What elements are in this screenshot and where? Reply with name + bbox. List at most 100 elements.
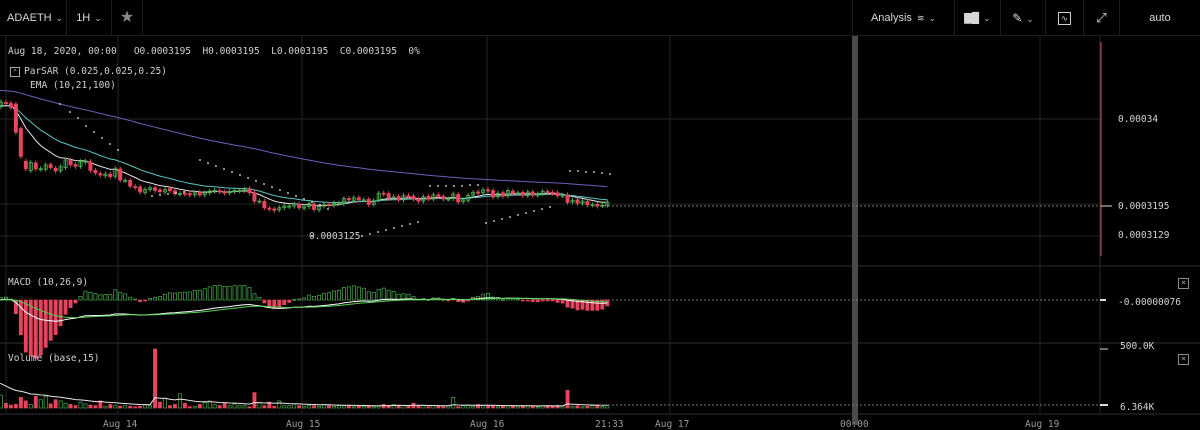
macd-histogram-bar — [128, 296, 133, 301]
parsar-dot — [199, 159, 201, 161]
macd-histogram-bar — [217, 284, 222, 301]
candle-bear — [386, 193, 391, 199]
candle-bear — [441, 196, 446, 200]
macd-histogram-bar — [108, 294, 113, 301]
price-chart[interactable] — [0, 0, 1200, 427]
volume-bar — [247, 406, 252, 409]
indicator-toggle-icon[interactable]: ⌃ — [10, 67, 20, 77]
parsar-dot — [477, 184, 479, 186]
parsar-dot — [509, 216, 511, 218]
volume-bar — [282, 405, 287, 409]
close-icon[interactable]: × — [1178, 278, 1189, 289]
macd-histogram-bar — [307, 294, 312, 301]
volume-bar — [232, 403, 237, 409]
volume-bar — [535, 406, 540, 409]
volume-bar — [38, 399, 43, 409]
volume-bar — [600, 405, 605, 409]
parsar-dot — [93, 131, 95, 133]
macd-histogram-bar — [535, 299, 540, 303]
macd-value-label: -0.00000076 — [1118, 297, 1181, 308]
candle-bear — [555, 192, 560, 197]
macd-histogram-bar — [222, 285, 227, 301]
parsar-dot — [109, 143, 111, 145]
volume-bar — [441, 406, 446, 409]
parsar-dot — [101, 137, 103, 139]
parsar-dot — [223, 168, 225, 170]
volume-bar — [297, 405, 302, 409]
macd-histogram-bar — [123, 293, 128, 301]
candle-bear — [297, 204, 302, 209]
macd-histogram-bar — [346, 286, 351, 301]
macd-histogram-bar — [78, 295, 83, 301]
candle-bear — [262, 201, 267, 209]
candle-bear — [73, 164, 78, 167]
parsar-dot — [445, 185, 447, 187]
time-label: Aug 19 — [1025, 419, 1060, 430]
parsar-label: ParSAR (0.025,0.025,0.25) — [24, 66, 167, 77]
volume-label-top: 500.0K — [1120, 341, 1155, 352]
parsar-dot — [369, 233, 371, 235]
macd-histogram-bar — [361, 287, 366, 301]
volume-bar — [242, 405, 247, 409]
volume-bar — [58, 400, 63, 409]
time-label: 21:33 — [595, 419, 624, 430]
candle-bear — [356, 197, 361, 201]
volume-bar — [168, 405, 172, 409]
volume-bar — [227, 405, 232, 409]
candle-bear — [272, 208, 277, 211]
macd-histogram-bar — [192, 289, 197, 301]
volume-bar — [177, 393, 182, 409]
macd-histogram-bar — [262, 299, 267, 304]
macd-histogram-bar — [158, 296, 162, 301]
volume-bar — [287, 405, 292, 409]
candle-bear — [138, 186, 143, 193]
volume-bar — [143, 404, 148, 409]
volume-bar — [202, 402, 207, 409]
parsar-dot — [117, 149, 119, 151]
parsar-dot — [319, 204, 321, 206]
parsar-dot — [59, 103, 61, 105]
volume-bar — [461, 405, 466, 409]
candle-bear — [510, 190, 515, 194]
parsar-dot — [361, 235, 363, 237]
volume-bar — [332, 405, 336, 409]
volume-bar — [108, 404, 113, 409]
macd-histogram-bar — [148, 298, 153, 301]
volume-bar — [93, 405, 98, 409]
candle-bear — [53, 167, 58, 172]
macd-histogram-bar — [63, 299, 68, 315]
candle-bear — [247, 188, 252, 194]
candle-bear — [366, 199, 371, 205]
candle-bear — [93, 170, 98, 174]
macd-histogram-bar — [177, 292, 182, 301]
candle-bear — [153, 187, 158, 191]
volume-bar — [68, 404, 73, 409]
volume-bar — [197, 404, 202, 409]
volume-bar — [63, 402, 68, 409]
volume-bar — [500, 405, 505, 409]
macd-histogram-bar — [197, 289, 202, 301]
ema-10-line — [0, 104, 608, 207]
macd-histogram-bar — [336, 289, 341, 301]
volume-bar — [341, 405, 346, 409]
volume-bar — [307, 405, 312, 409]
parsar-dot — [461, 185, 463, 187]
macd-histogram-bar — [341, 287, 346, 301]
volume-bar — [0, 394, 3, 409]
volume-bar — [371, 406, 376, 409]
macd-histogram-bar — [38, 299, 43, 356]
macd-histogram-bar — [58, 299, 63, 327]
volume-bar — [605, 405, 610, 409]
close-icon[interactable]: × — [1178, 354, 1189, 365]
candle-bear — [396, 196, 401, 201]
volume-bar — [376, 405, 381, 409]
macd-histogram-bar — [510, 298, 515, 301]
parsar-dot — [327, 208, 329, 210]
candle-bear — [187, 193, 192, 196]
volume-bar — [252, 392, 257, 409]
macd-histogram-bar — [322, 293, 326, 301]
parsar-dot — [549, 206, 551, 208]
parsar-dot — [247, 177, 249, 179]
candle-bear — [411, 195, 416, 200]
macd-histogram-bar — [163, 293, 167, 301]
